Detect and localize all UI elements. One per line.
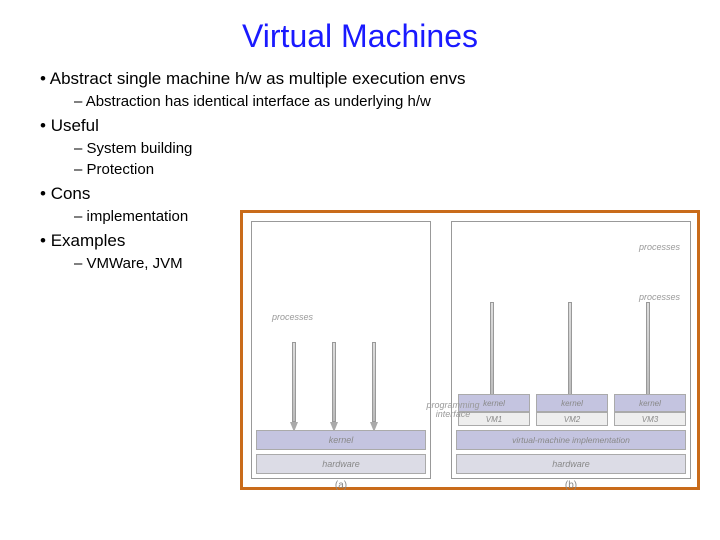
label-processes-b2: processes xyxy=(639,292,680,302)
slide-title: Virtual Machines xyxy=(0,0,720,69)
label-hardware-a: hardware xyxy=(256,454,426,474)
label-programming-interface: programming interface xyxy=(423,401,483,419)
bullet-implementation: implementation xyxy=(87,208,189,225)
diagram-panel-b: processes processes kernel VM1 kernel VM… xyxy=(451,221,691,479)
label-vm-implementation: virtual-machine implementation xyxy=(456,430,686,450)
bullet-useful: Useful xyxy=(51,116,99,135)
bullet-system-building: System building xyxy=(87,140,193,157)
diagram-vm2: kernel VM2 xyxy=(536,394,608,426)
label-sub-a: (a) xyxy=(251,480,431,491)
label-sub-b: (b) xyxy=(451,480,691,491)
label-kernel-vm3: kernel xyxy=(614,394,686,412)
diagram-vm3: kernel VM3 xyxy=(614,394,686,426)
bullet-vmware-jvm: VMWare, JVM xyxy=(87,255,183,272)
label-vm3: VM3 xyxy=(614,412,686,426)
label-kernel-vm2: kernel xyxy=(536,394,608,412)
label-processes-a: processes xyxy=(272,312,313,322)
label-vm2: VM2 xyxy=(536,412,608,426)
bullet-cons: Cons xyxy=(51,184,91,203)
bullet-examples: Examples xyxy=(51,231,126,250)
diagram-panel-a: processes kernel hardware xyxy=(251,221,431,479)
bullet-abstraction-interface: Abstraction has identical interface as u… xyxy=(86,93,431,110)
bullet-abstract: Abstract single machine h/w as multiple … xyxy=(50,69,466,88)
vm-diagram: processes kernel hardware processes proc… xyxy=(240,210,700,490)
label-hardware-b: hardware xyxy=(456,454,686,474)
label-kernel-a: kernel xyxy=(256,430,426,450)
label-processes-b1: processes xyxy=(639,242,680,252)
bullet-protection: Protection xyxy=(87,161,155,178)
